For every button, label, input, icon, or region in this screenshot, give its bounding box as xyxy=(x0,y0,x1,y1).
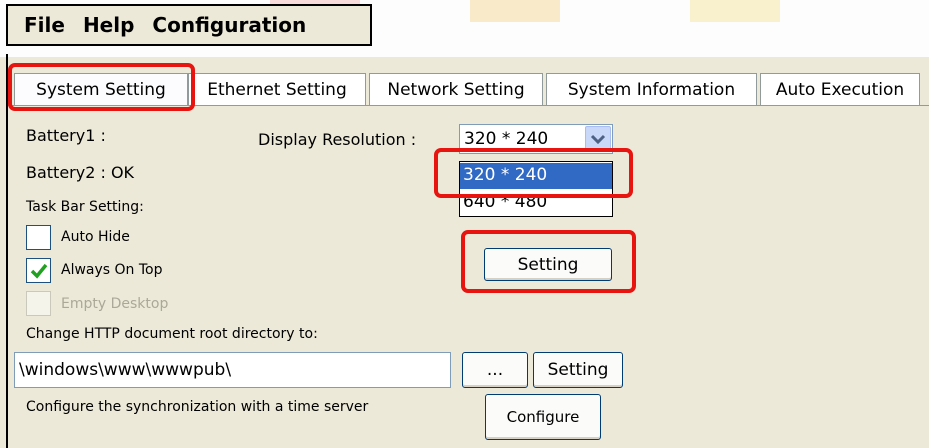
always-on-top-label: Always On Top xyxy=(61,262,163,278)
chevron-down-icon[interactable] xyxy=(585,126,611,152)
auto-hide-label: Auto Hide xyxy=(61,229,130,245)
tab-network-setting[interactable]: Network Setting xyxy=(369,73,543,106)
http-root-path-input[interactable] xyxy=(14,352,451,388)
tab-auto-execution[interactable]: Auto Execution xyxy=(760,73,920,106)
menu-file[interactable]: File xyxy=(24,13,65,37)
settings-panel xyxy=(0,57,929,448)
watermark-stripe xyxy=(690,0,780,22)
menu-bar: File Help Configuration xyxy=(6,4,372,46)
configure-button[interactable]: Configure xyxy=(485,394,601,440)
checkmark-icon xyxy=(30,263,48,279)
menu-configuration[interactable]: Configuration xyxy=(152,13,306,37)
http-root-label: Change HTTP document root directory to: xyxy=(26,326,318,342)
tab-system-setting[interactable]: System Setting xyxy=(14,73,188,106)
battery2-label: Battery2 : OK xyxy=(26,163,135,182)
tab-system-information[interactable]: System Information xyxy=(546,73,757,106)
battery1-label: Battery1 : xyxy=(26,126,106,145)
watermark-stripe xyxy=(470,0,560,22)
display-resolution-select[interactable]: 320 * 240 xyxy=(459,124,613,154)
resolution-option[interactable]: 320 * 240 xyxy=(460,163,612,189)
window-left-border xyxy=(6,54,8,448)
resolution-option[interactable]: 640 * 480 xyxy=(460,190,612,216)
resolution-selected-value: 320 * 240 xyxy=(464,129,549,149)
time-sync-label: Configure the synchronization with a tim… xyxy=(26,399,369,415)
tab-ethernet-setting[interactable]: Ethernet Setting xyxy=(188,73,366,106)
empty-desktop-checkbox[interactable] xyxy=(26,291,51,316)
tab-content-border xyxy=(8,105,929,106)
resolution-setting-button[interactable]: Setting xyxy=(484,248,612,281)
empty-desktop-label: Empty Desktop xyxy=(61,296,169,312)
always-on-top-checkbox[interactable] xyxy=(26,258,51,283)
resolution-dropdown-list: 320 * 240 640 * 480 xyxy=(459,161,613,217)
menu-help[interactable]: Help xyxy=(83,13,134,37)
display-resolution-label: Display Resolution : xyxy=(258,130,417,149)
http-setting-button[interactable]: Setting xyxy=(533,352,623,388)
auto-hide-checkbox[interactable] xyxy=(26,225,51,250)
browse-button[interactable]: ... xyxy=(462,352,528,388)
taskbar-setting-label: Task Bar Setting: xyxy=(26,199,144,215)
